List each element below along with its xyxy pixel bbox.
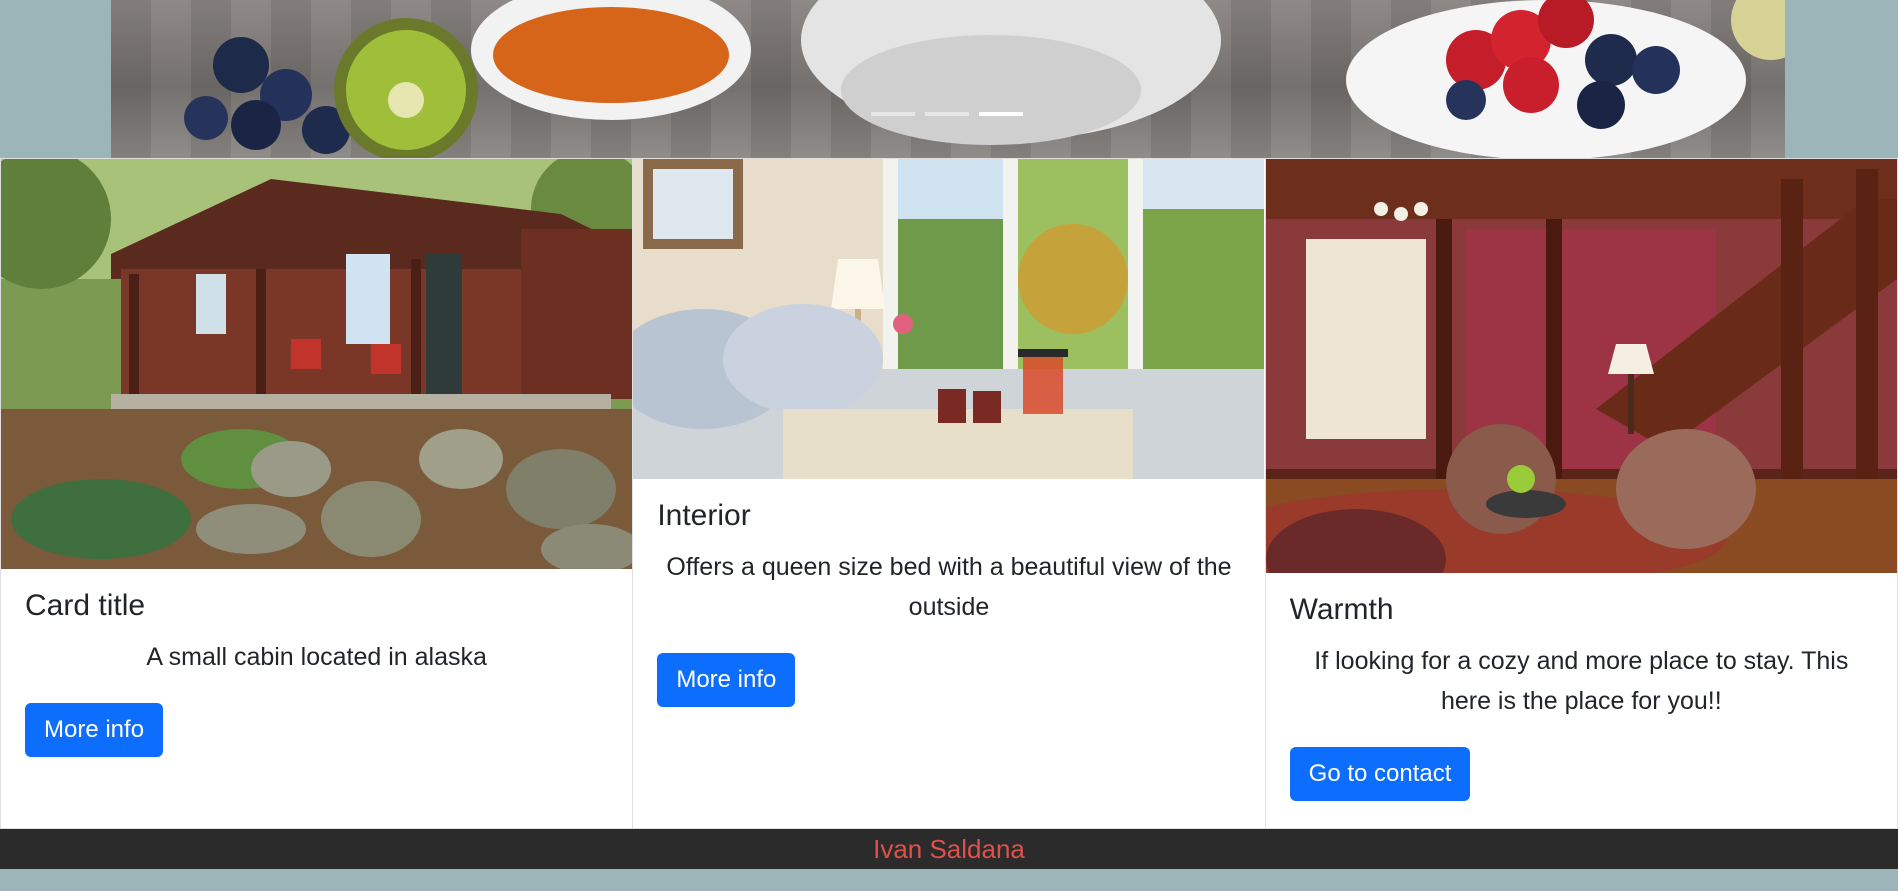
image-carousel[interactable] [111, 0, 1785, 158]
card-cabin-body: Card title A small cabin located in alas… [1, 569, 632, 777]
living-room-image [1265, 159, 1897, 573]
card-cabin-more-info-button[interactable]: More info [25, 703, 164, 757]
card-cabin: Card title A small cabin located in alas… [0, 158, 634, 829]
card-group: Card title A small cabin located in alas… [0, 158, 1898, 829]
carousel-indicator-2[interactable] [925, 112, 969, 116]
breakfast-image [184, 0, 1785, 158]
card-cabin-image-wrapper [1, 159, 633, 569]
card-warmth-body: Warmth If looking for a cozy and more pl… [1266, 573, 1897, 821]
cabin-image [1, 159, 633, 569]
card-warmth: Warmth If looking for a cozy and more pl… [1265, 158, 1898, 829]
card-interior-more-info-button[interactable]: More info [657, 653, 796, 707]
card-warmth-title: Warmth [1289, 593, 1394, 626]
footer: Ivan Saldana [0, 829, 1898, 869]
card-warmth-contact-button[interactable]: Go to contact [1289, 747, 1471, 801]
card-interior: Interior Offers a queen size bed with a … [633, 158, 1266, 829]
card-interior-body: Interior Offers a queen size bed with a … [633, 479, 1264, 727]
carousel-indicators [871, 112, 1023, 116]
card-interior-image-wrapper [633, 159, 1265, 479]
carousel-indicator-3[interactable] [979, 112, 1023, 116]
carousel-indicator-1[interactable] [871, 112, 915, 116]
card-warmth-image-wrapper [1265, 159, 1897, 573]
card-interior-title: Interior [657, 499, 751, 532]
card-cabin-text: A small cabin located in alaska [146, 643, 487, 671]
card-cabin-title: Card title [25, 589, 146, 622]
bedroom-image [633, 159, 1265, 479]
card-interior-text: Offers a queen size bed with a beautiful… [666, 553, 1232, 621]
footer-author: Ivan Saldana [873, 834, 1025, 864]
card-warmth-text: If looking for a cozy and more place to … [1314, 647, 1849, 715]
